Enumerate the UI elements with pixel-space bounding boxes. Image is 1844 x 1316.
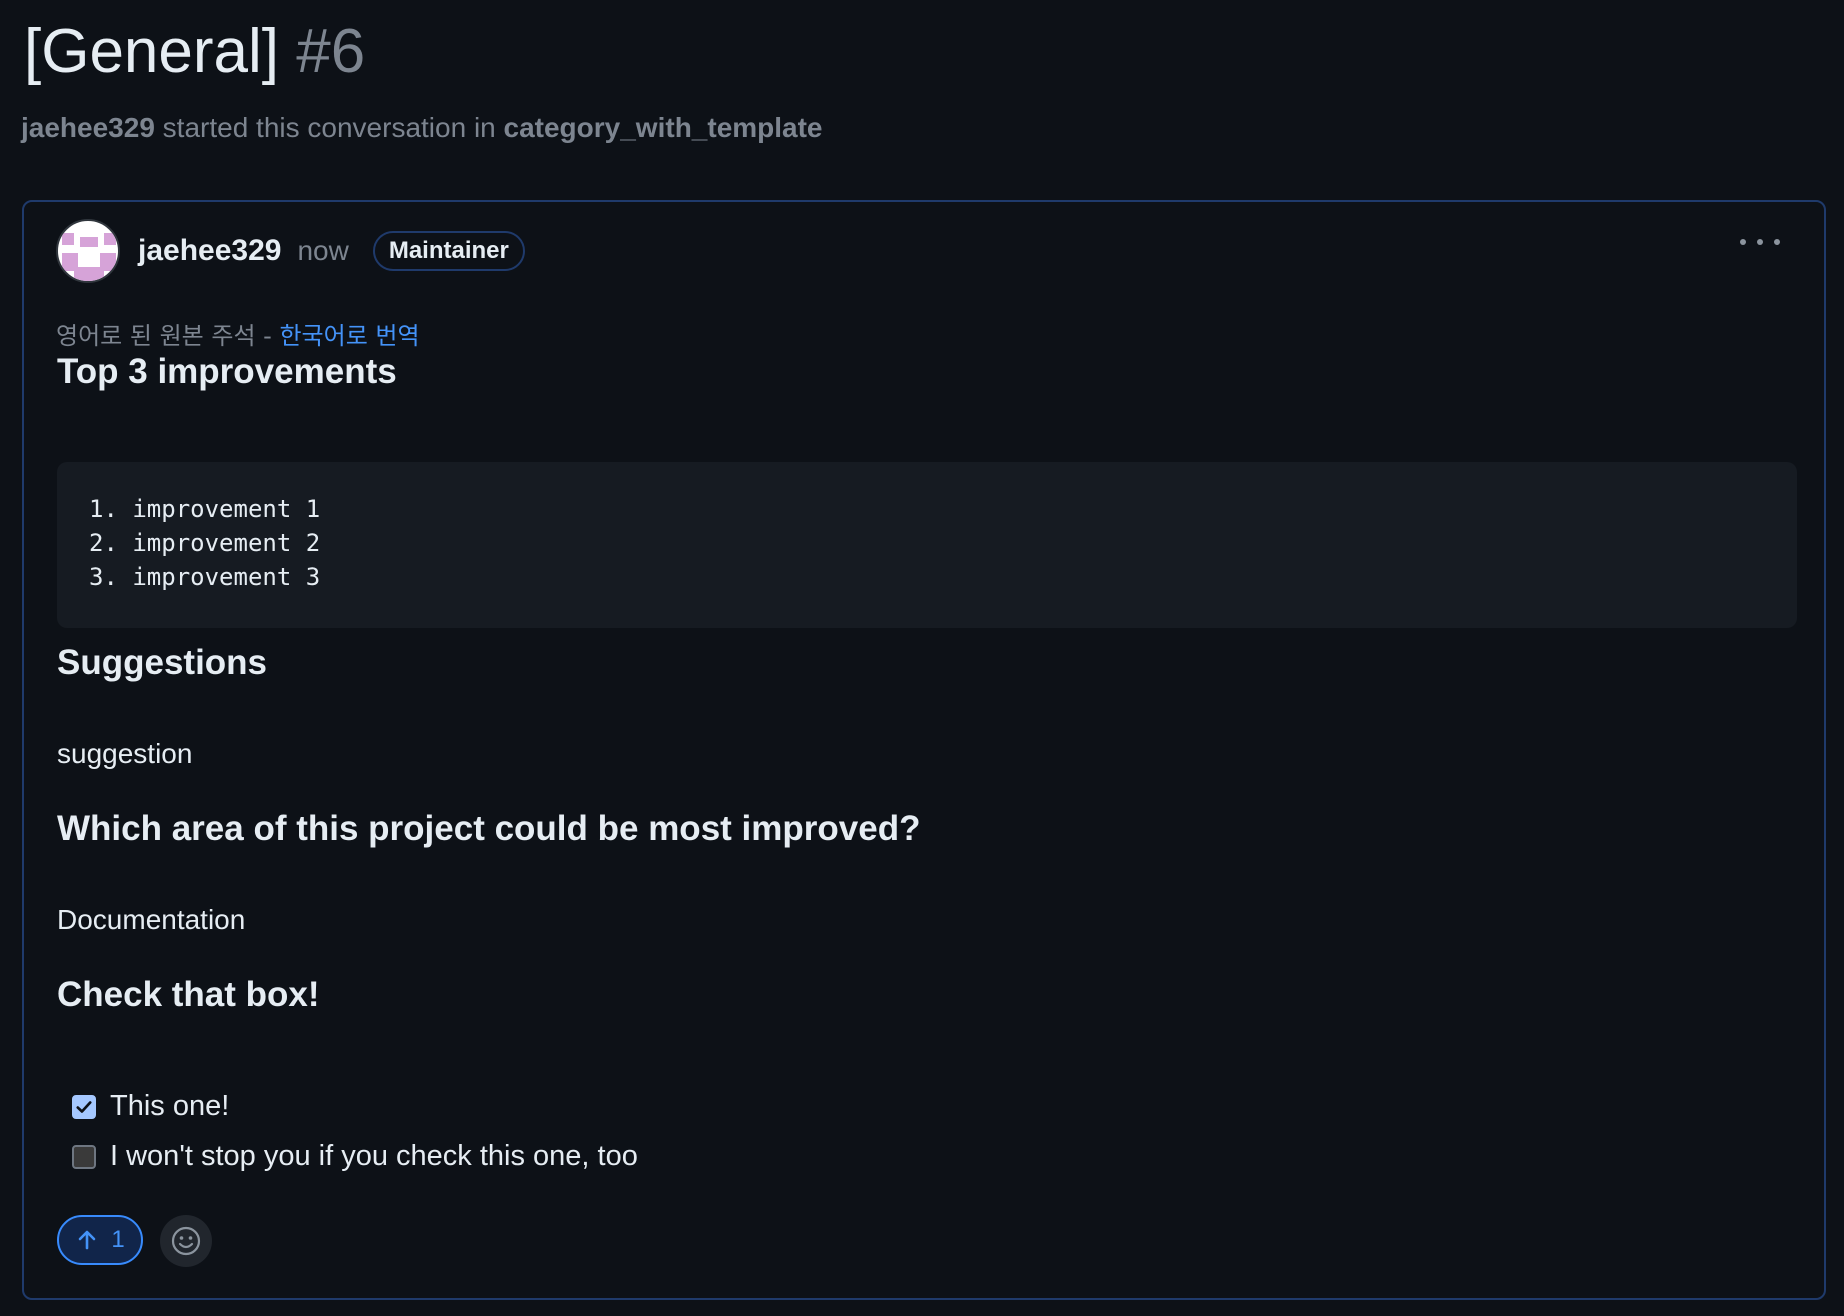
improvements-code: 1. improvement 1 2. improvement 2 3. imp… (89, 495, 321, 591)
avatar-pixel (62, 233, 74, 245)
suggestions-text: suggestion (57, 738, 193, 769)
discussion-number: #6 (296, 17, 366, 86)
area-heading: Which area of this project could be most… (57, 809, 921, 848)
maintainer-badge: Maintainer (372, 231, 525, 271)
improvements-heading: Top 3 improvements (57, 352, 397, 391)
add-reaction-button[interactable] (160, 1215, 212, 1267)
translation-original-text: 영어로 된 원본 주석 - (56, 322, 272, 350)
dot (1740, 239, 1746, 245)
upvote-button[interactable]: 1 (57, 1215, 143, 1265)
more-options-icon[interactable] (1740, 230, 1780, 254)
meta-category-link[interactable]: category_with_template (504, 112, 823, 143)
discussion-meta: jaehee329 started this conversation in c… (21, 108, 823, 148)
task-item: This one! (72, 1090, 229, 1123)
upvote-count: 1 (111, 1226, 125, 1253)
translation-notice: 영어로 된 원본 주석 - 한국어로 번역 (56, 316, 420, 351)
task-checkbox-unchecked[interactable] (72, 1144, 96, 1169)
comment-timestamp[interactable]: now (297, 235, 348, 267)
task-item: I won't stop you if you check this one, … (72, 1140, 638, 1173)
avatar-pixel (104, 233, 116, 245)
arrow-up-icon (79, 1230, 96, 1250)
smiley-icon (171, 1226, 201, 1256)
avatar-pixel (74, 267, 104, 281)
avatar-pixel (80, 237, 98, 247)
discussion-comment-card: jaehee329 now Maintainer 영어로 된 원본 주석 - 한… (22, 200, 1826, 1300)
check-icon (76, 1100, 92, 1113)
dot (1774, 239, 1780, 245)
meta-author-link[interactable]: jaehee329 (21, 112, 155, 143)
task-label: This one! (110, 1090, 230, 1122)
comment-author[interactable]: jaehee329 (138, 234, 281, 268)
suggestions-heading: Suggestions (57, 643, 268, 682)
area-text: Documentation (57, 904, 246, 935)
avatar[interactable] (56, 219, 120, 283)
checkbox-heading: Check that box! (57, 975, 320, 1014)
task-label: I won't stop you if you check this one, … (110, 1140, 638, 1172)
discussion-title: [General] #6 (24, 14, 365, 90)
dot (1757, 239, 1763, 245)
task-checkbox-checked[interactable] (72, 1094, 96, 1119)
improvements-code-block: 1. improvement 1 2. improvement 2 3. imp… (57, 462, 1797, 628)
discussion-page: [General] #6 jaehee329 started this conv… (0, 0, 1844, 1316)
discussion-title-text: [General] (24, 17, 280, 86)
meta-text: started this conversation in (162, 112, 496, 143)
comment-header: jaehee329 now Maintainer (56, 218, 525, 284)
translate-link[interactable]: 한국어로 번역 (279, 322, 419, 350)
